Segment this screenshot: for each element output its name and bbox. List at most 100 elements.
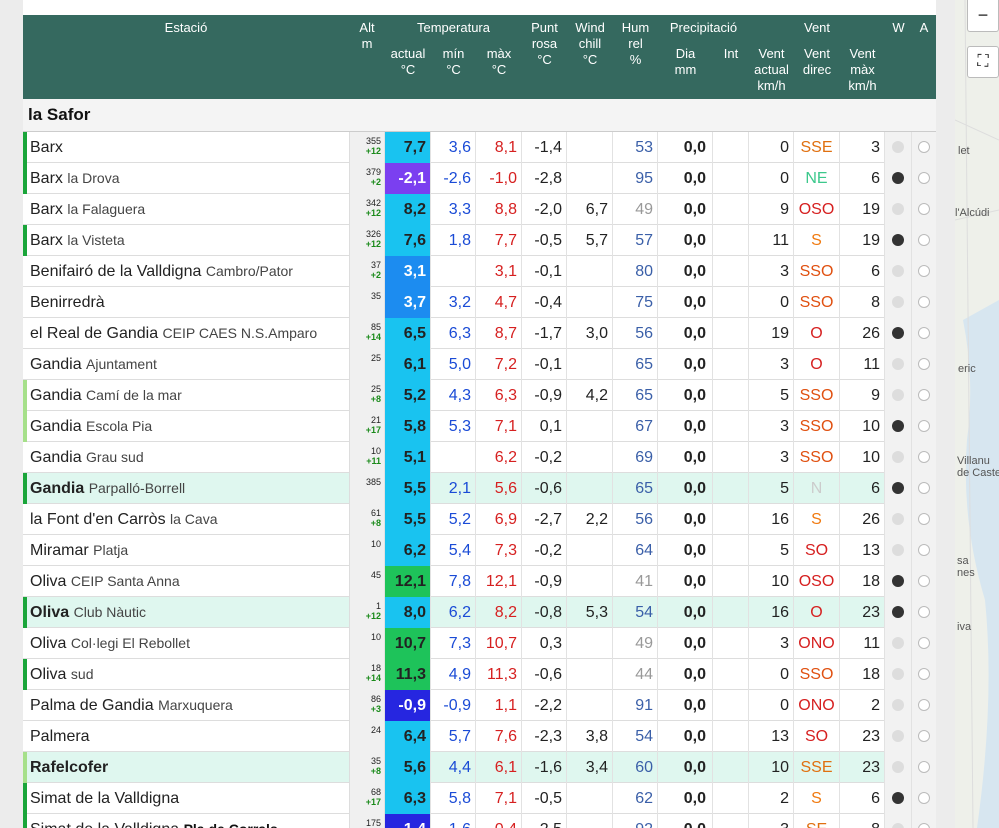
history-cell[interactable] [912,535,936,566]
station-name[interactable]: Miramar Platja [30,535,350,566]
clock-icon[interactable] [918,327,930,339]
station-name[interactable]: Benifairó de la Valldigna Cambro/Pator [30,256,350,287]
col-header-vent-actual[interactable]: Vent actual km/h [749,46,794,94]
table-row[interactable]: Miramar Platja 10 6,2 5,4 7,3 -0,2 64 0,0 5 SO 13 [23,535,936,566]
clock-icon[interactable] [918,482,930,494]
history-cell[interactable] [912,783,936,814]
table-row[interactable]: Palma de Gandia Marxuquera 86 +3 -0,9 -0,9 1,… [23,690,936,721]
col-header-vent-max[interactable]: Vent màx km/h [840,46,885,94]
history-cell[interactable] [912,163,936,194]
webcam-cell[interactable] [885,721,912,752]
webcam-icon[interactable] [892,792,904,804]
clock-icon[interactable] [918,792,930,804]
clock-icon[interactable] [918,389,930,401]
table-row[interactable]: Rafelcofer 35 +8 5,6 4,4 6,1 -1,6 3,4 60 0,0 10 SS… [23,752,936,783]
webcam-cell[interactable] [885,225,912,256]
station-name[interactable]: Barx la Visteta [30,225,350,256]
webcam-icon[interactable] [892,544,904,556]
col-header-w[interactable]: W [885,20,912,36]
table-row[interactable]: Simat de la Valldigna 68 +17 6,3 5,8 7,1 -0,5… [23,783,936,814]
col-header-humidity[interactable]: Hum rel% [613,20,658,68]
station-name[interactable]: Palma de Gandia Marxuquera [30,690,350,721]
history-cell[interactable] [912,566,936,597]
station-name[interactable]: el Real de Gandia CEIP CAES N.S.Amparo [30,318,350,349]
col-header-max[interactable]: màx °C [476,46,522,78]
station-name[interactable]: Gandia Parpalló-Borrell [30,473,350,504]
webcam-cell[interactable] [885,659,912,690]
col-header-estacio[interactable]: Estació [23,20,349,36]
clock-icon[interactable] [918,172,930,184]
station-name[interactable]: Barx [30,132,350,163]
clock-icon[interactable] [918,730,930,742]
clock-icon[interactable] [918,513,930,525]
history-cell[interactable] [912,721,936,752]
webcam-cell[interactable] [885,504,912,535]
col-header-alt[interactable]: Alt m [349,20,385,52]
clock-icon[interactable] [918,544,930,556]
table-row[interactable]: Barx la Falaguera 342 +12 8,2 3,3 8,8 -2,0 6,7 4… [23,194,936,225]
clock-icon[interactable] [918,575,930,587]
clock-icon[interactable] [918,699,930,711]
map-area[interactable]: let l'Alcúdi eric Villanu de Caste sa ne… [955,0,999,828]
history-cell[interactable] [912,659,936,690]
webcam-cell[interactable] [885,442,912,473]
history-cell[interactable] [912,597,936,628]
webcam-cell[interactable] [885,566,912,597]
fullscreen-button[interactable]: ⛶ [967,46,999,78]
station-name[interactable]: Rafelcofer [30,752,350,783]
history-cell[interactable] [912,442,936,473]
webcam-icon[interactable] [892,730,904,742]
station-name[interactable]: Oliva Club Nàutic [30,597,350,628]
webcam-icon[interactable] [892,358,904,370]
col-header-min[interactable]: mín °C [431,46,476,78]
webcam-cell[interactable] [885,349,912,380]
webcam-icon[interactable] [892,482,904,494]
table-row[interactable]: Barx 355 +12 7,7 3,6 8,1 -1,4 53 0,0 0 SSE 3 [23,132,936,163]
webcam-cell[interactable] [885,132,912,163]
station-name[interactable]: Barx la Drova [30,163,350,194]
station-name[interactable]: la Font d'en Carròs la Cava [30,504,350,535]
webcam-cell[interactable] [885,411,912,442]
webcam-icon[interactable] [892,761,904,773]
webcam-icon[interactable] [892,296,904,308]
table-row[interactable]: el Real de Gandia CEIP CAES N.S.Amparo 85… [23,318,936,349]
webcam-icon[interactable] [892,389,904,401]
webcam-cell[interactable] [885,814,912,828]
clock-icon[interactable] [918,606,930,618]
webcam-icon[interactable] [892,327,904,339]
col-header-precip-dia[interactable]: Dia mm [658,46,713,78]
clock-icon[interactable] [918,451,930,463]
table-row[interactable]: Simat de la Valldigna Pla de Corrals175-… [23,814,936,828]
webcam-icon[interactable] [892,637,904,649]
webcam-cell[interactable] [885,783,912,814]
webcam-icon[interactable] [892,141,904,153]
history-cell[interactable] [912,380,936,411]
clock-icon[interactable] [918,823,930,828]
clock-icon[interactable] [918,203,930,215]
station-name[interactable]: Gandia Camí de la mar [30,380,350,411]
col-header-vent-direc[interactable]: Vent direc [794,46,840,78]
webcam-icon[interactable] [892,265,904,277]
table-row[interactable]: Oliva Club Nàutic 1 +12 8,0 6,2 8,2 -0,8 5,3 54 0… [23,597,936,628]
webcam-icon[interactable] [892,451,904,463]
webcam-cell[interactable] [885,473,912,504]
table-row[interactable]: Gandia Camí de la mar 25 +8 5,2 4,3 6,3 -0,9 4,… [23,380,936,411]
history-cell[interactable] [912,752,936,783]
station-name[interactable]: Simat de la Valldigna [30,783,350,814]
table-row[interactable]: Palmera 24 6,4 5,7 7,6 -2,3 3,8 54 0,0 13 SO 23 [23,721,936,752]
webcam-cell[interactable] [885,194,912,225]
table-row[interactable]: Benirredrà 35 3,7 3,2 4,7 -0,4 75 0,0 0 SSO 8 [23,287,936,318]
webcam-cell[interactable] [885,287,912,318]
webcam-cell[interactable] [885,163,912,194]
clock-icon[interactable] [918,141,930,153]
webcam-cell[interactable] [885,318,912,349]
station-name[interactable]: Oliva Col·legi El Rebollet [30,628,350,659]
station-name[interactable]: Palmera [30,721,350,752]
history-cell[interactable] [912,256,936,287]
webcam-cell[interactable] [885,752,912,783]
webcam-icon[interactable] [892,699,904,711]
webcam-icon[interactable] [892,420,904,432]
history-cell[interactable] [912,473,936,504]
col-header-precip-int[interactable]: Int [713,46,749,62]
clock-icon[interactable] [918,296,930,308]
